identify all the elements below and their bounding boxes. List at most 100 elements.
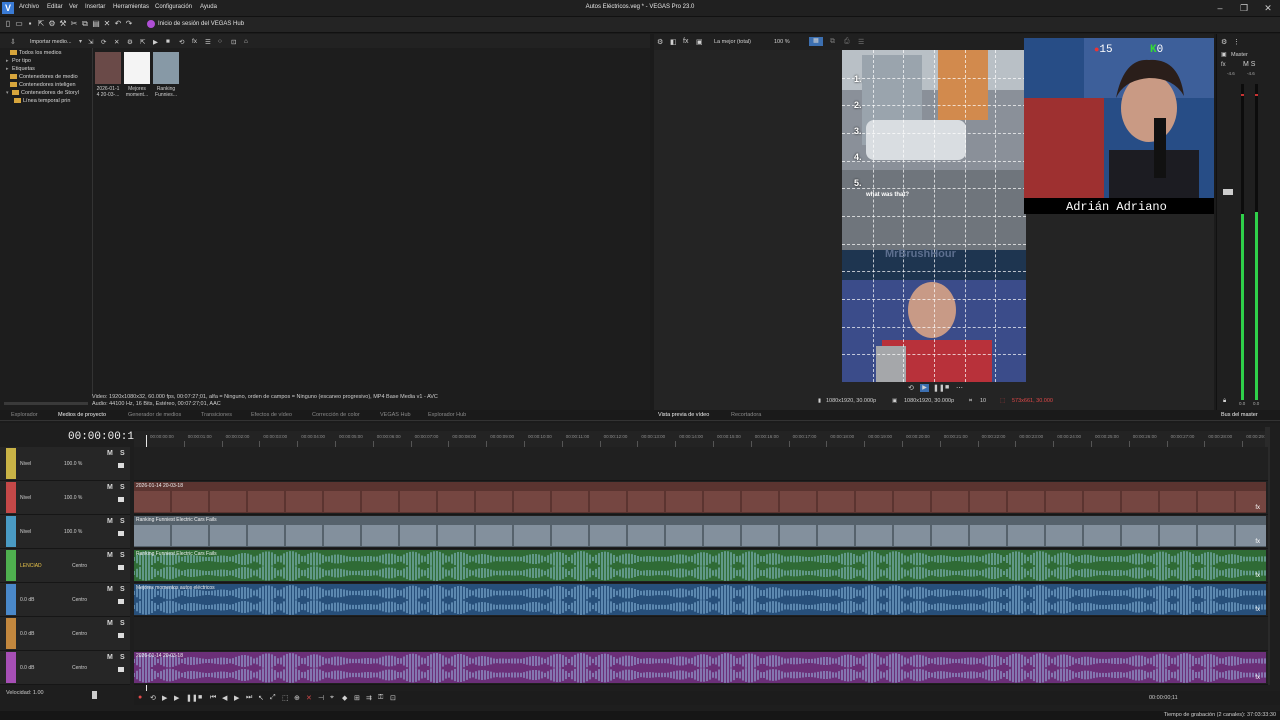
stop-icon[interactable]: ■ <box>166 38 170 45</box>
tree-item[interactable]: ▾ Contenedores de Storyl <box>6 90 79 98</box>
redo-icon[interactable]: ↷ <box>125 20 133 28</box>
master-mute-solo[interactable]: M S <box>1243 61 1255 68</box>
preview-tab[interactable]: Vista previa de vídeo <box>658 412 709 418</box>
next-marker-button[interactable]: ⏭ <box>246 694 252 702</box>
master-bus-tab[interactable]: Bus del master <box>1221 412 1258 418</box>
open-icon[interactable]: ▭ <box>15 20 23 28</box>
close-button[interactable]: ✕ <box>1258 2 1278 14</box>
gear-icon[interactable]: ⚙ <box>1221 38 1227 46</box>
play-icon[interactable]: ▶ <box>153 38 158 46</box>
track-lane[interactable]: 2026-01-14 20-03-18 fx <box>134 651 1268 685</box>
menu-configuracin[interactable]: Configuración <box>155 4 192 10</box>
preview-tab[interactable]: Recortadora <box>731 412 761 418</box>
pause-button[interactable]: ❚❚ <box>933 384 945 392</box>
event-fx-icon[interactable]: fx <box>1255 505 1260 511</box>
get-media-icon[interactable]: ⇲ <box>88 38 93 46</box>
track-fader[interactable] <box>118 565 124 570</box>
stop-button[interactable]: ■ <box>945 384 949 391</box>
media-thumbnail[interactable]: 2026-01-1 4 20-03-... <box>95 52 121 98</box>
settings-icon[interactable]: ⚒ <box>59 20 67 28</box>
import-media-button[interactable]: Importar medio... <box>30 39 72 45</box>
mute-button[interactable]: M <box>107 654 113 661</box>
solo-button[interactable]: S <box>120 620 125 627</box>
preview-quality-icon[interactable]: ▣ <box>696 38 703 46</box>
track-header[interactable]: LENCIAD Centro M S <box>0 549 130 583</box>
next-frame-button[interactable]: ▶ <box>234 694 239 702</box>
zoom-tool-icon[interactable]: ⊕ <box>294 694 300 702</box>
more-icon[interactable]: ⋯ <box>956 384 963 392</box>
split-screen-icon[interactable]: ◧ <box>670 38 677 46</box>
undo-icon[interactable]: ↶ <box>114 20 122 28</box>
dock-tab[interactable]: Explorador <box>11 412 38 418</box>
copy-icon[interactable]: ⧉ <box>81 20 89 28</box>
track-header[interactable]: 0.0 dB Centro M S <box>0 651 130 685</box>
grid-overlay-icon[interactable]: ▦ <box>809 37 823 46</box>
minimize-button[interactable]: – <box>1210 2 1230 14</box>
save-icon[interactable]: ▪ <box>26 20 34 28</box>
menu-herramientas[interactable]: Herramientas <box>113 4 149 10</box>
new-icon[interactable]: ▯ <box>4 20 12 28</box>
tree-item[interactable]: Contenedores inteligen <box>10 82 76 90</box>
track-fader[interactable] <box>118 463 124 468</box>
pause-button[interactable]: ❚❚ <box>186 694 198 702</box>
snap-icon[interactable]: ⊞ <box>354 694 360 702</box>
menu-editar[interactable]: Editar <box>47 4 63 10</box>
mute-button[interactable]: M <box>107 620 113 627</box>
event-fx-icon[interactable]: fx <box>1255 675 1260 681</box>
save-snapshot-icon[interactable]: ⎙ <box>844 38 850 46</box>
tree-item[interactable]: Todos los medios <box>10 50 62 58</box>
select-icon[interactable]: ⇱ <box>140 38 145 46</box>
track-fader[interactable] <box>118 497 124 502</box>
remove-icon[interactable]: ✕ <box>114 38 119 46</box>
fx-icon[interactable]: fx <box>1221 62 1226 68</box>
prev-frame-button[interactable]: ◀ <box>222 694 227 702</box>
dock-tab[interactable]: Corrección de color <box>312 412 360 418</box>
solo-button[interactable]: S <box>120 654 125 661</box>
region-icon[interactable]: ◆ <box>342 694 347 702</box>
dock-tab[interactable]: Medios de proyecto <box>58 412 106 418</box>
track-fader[interactable] <box>118 531 124 536</box>
bin-icon[interactable]: ⊡ <box>231 38 236 46</box>
solo-button[interactable]: S <box>120 450 125 457</box>
prev-frame-button[interactable]: ⏮ <box>210 694 216 702</box>
track-event[interactable]: Ranking Funniest Electric Cars Fails fx <box>134 516 1266 547</box>
hub-login-label[interactable]: Inicio de sesión del VEGAS Hub <box>158 21 244 27</box>
properties-icon[interactable]: ⚙ <box>127 38 133 46</box>
solo-button[interactable]: S <box>120 484 125 491</box>
tree-scrollbar[interactable] <box>4 402 88 405</box>
dock-tab[interactable]: Explorador Hub <box>428 412 466 418</box>
track-header[interactable]: Nivel 100.0 % M S <box>0 481 130 515</box>
track-lane[interactable] <box>134 617 1268 651</box>
lock-icon[interactable]: ⚿ <box>378 694 383 702</box>
track-event[interactable]: Ranking Funniest Electric Cars Fails fx <box>134 550 1266 581</box>
media-thumbnail[interactable]: Mejores moment... <box>124 52 150 98</box>
envelope-tool-icon[interactable]: ⤢ <box>270 694 276 702</box>
fx-icon[interactable]: fx <box>192 38 197 45</box>
track-lane[interactable]: Mejores momentos autos eléctricos fx <box>134 583 1268 617</box>
track-header[interactable]: Nivel 100.0 % M S <box>0 515 130 549</box>
gear-icon[interactable]: ⚙ <box>657 38 663 46</box>
mute-button[interactable]: M <box>107 484 113 491</box>
timecode-display[interactable]: 00:00:00:11 <box>68 431 141 443</box>
media-thumbnail[interactable]: Ranking Funnies... <box>153 52 179 98</box>
delete-button[interactable]: ✕ <box>306 694 312 702</box>
dock-tab[interactable]: Efectos de vídeo <box>251 412 292 418</box>
preview-zoom-select[interactable]: 100 % <box>774 39 790 45</box>
track-fader[interactable] <box>118 633 124 638</box>
track-lane[interactable]: Ranking Funniest Electric Cars Fails fx <box>134 515 1268 549</box>
selection-tool-icon[interactable]: ⬚ <box>282 694 289 702</box>
edit-tool-icon[interactable]: ↖ <box>258 694 264 702</box>
track-event[interactable]: 2026-01-14 20-03-18 fx <box>134 652 1266 683</box>
views-icon[interactable]: ☰ <box>205 38 211 46</box>
track-header[interactable]: Nivel 100.0 % M S <box>0 447 130 481</box>
auto-ripple-icon[interactable]: ⇉ <box>366 694 372 702</box>
loop-icon[interactable]: ⟲ <box>179 38 184 46</box>
dock-tab[interactable]: VEGAS Hub <box>380 412 411 418</box>
event-fx-icon[interactable]: fx <box>1255 539 1260 545</box>
solo-button[interactable]: S <box>120 586 125 593</box>
fx-icon[interactable]: fx <box>683 38 688 45</box>
tag-icon[interactable]: ⌂ <box>244 38 248 45</box>
menu-archivo[interactable]: Archivo <box>19 4 39 10</box>
tree-item[interactable]: Línea temporal prin <box>14 98 70 106</box>
track-lane[interactable] <box>134 447 1268 481</box>
